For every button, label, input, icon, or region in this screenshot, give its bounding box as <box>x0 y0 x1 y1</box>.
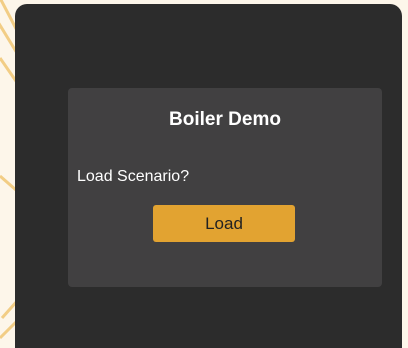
load-button[interactable]: Load <box>153 205 295 242</box>
dialog-title: Boiler Demo <box>169 109 281 130</box>
modal-overlay-panel: Boiler Demo Load Scenario? Load <box>15 4 402 348</box>
load-scenario-dialog: Boiler Demo Load Scenario? Load <box>68 88 382 287</box>
dialog-message: Load Scenario? <box>77 168 190 185</box>
